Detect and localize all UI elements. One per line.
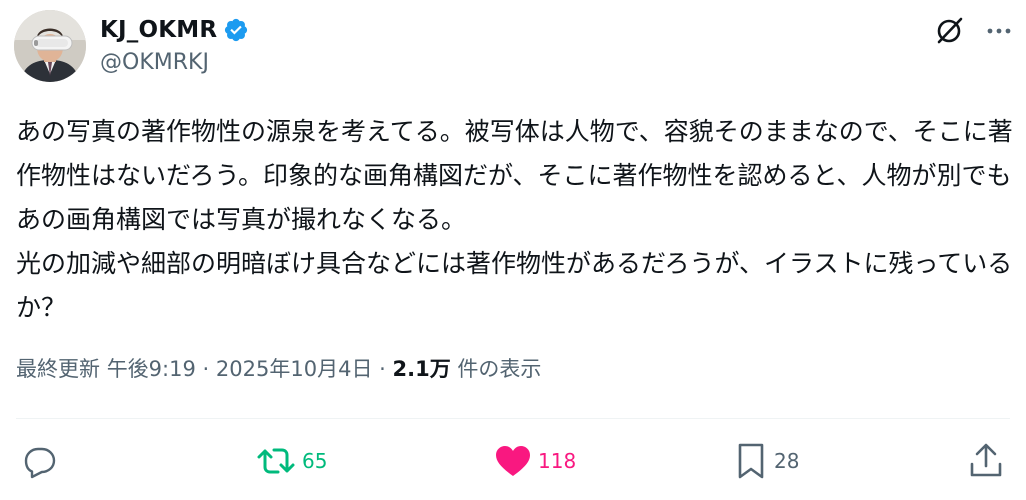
author-name-row[interactable]: KJ_OKMR — [100, 14, 249, 46]
post-time[interactable]: 午後9:19 — [107, 357, 196, 381]
post: KJ_OKMR @OKMRKJ あの写真の著作物性の源泉を考えてる。被写体は人物… — [0, 0, 1026, 500]
repost-button[interactable]: 65 — [256, 442, 327, 480]
bookmark-icon — [734, 442, 768, 480]
divider — [16, 418, 1010, 419]
share-button[interactable] — [968, 442, 1004, 480]
meta-separator: · — [379, 357, 386, 381]
verified-badge-icon — [223, 17, 249, 43]
views-label[interactable]: 件の表示 — [457, 357, 541, 381]
reply-bubble-icon — [22, 443, 58, 479]
updated-label: 最終更新 — [16, 357, 100, 381]
meta-separator: · — [202, 357, 210, 381]
repost-count: 65 — [302, 449, 328, 473]
author-handle[interactable]: @OKMRKJ — [100, 50, 209, 75]
bookmark-count: 28 — [774, 449, 800, 473]
author-display-name[interactable]: KJ_OKMR — [100, 17, 217, 43]
avatar-image — [14, 10, 86, 82]
grok-icon[interactable] — [934, 14, 966, 46]
repost-arrows-icon — [256, 443, 296, 479]
bookmark-button[interactable]: 28 — [734, 442, 799, 480]
like-button[interactable]: 118 — [494, 442, 576, 480]
post-date[interactable]: 2025年10月4日 — [216, 357, 373, 381]
views-count[interactable]: 2.1万 — [393, 357, 451, 381]
like-count: 118 — [538, 449, 577, 473]
post-meta: 最終更新 午後9:19 · 2025年10月4日 · 2.1万 件の表示 — [16, 353, 541, 383]
avatar[interactable] — [14, 10, 86, 82]
post-text: あの写真の著作物性の源泉を考えてる。被写体は人物で、容貌そのままなので、そこに著… — [16, 117, 1013, 322]
reply-button[interactable] — [22, 442, 64, 480]
heart-filled-icon — [494, 443, 532, 479]
more-dots-icon[interactable] — [984, 16, 1014, 46]
share-upload-icon — [968, 442, 1004, 480]
